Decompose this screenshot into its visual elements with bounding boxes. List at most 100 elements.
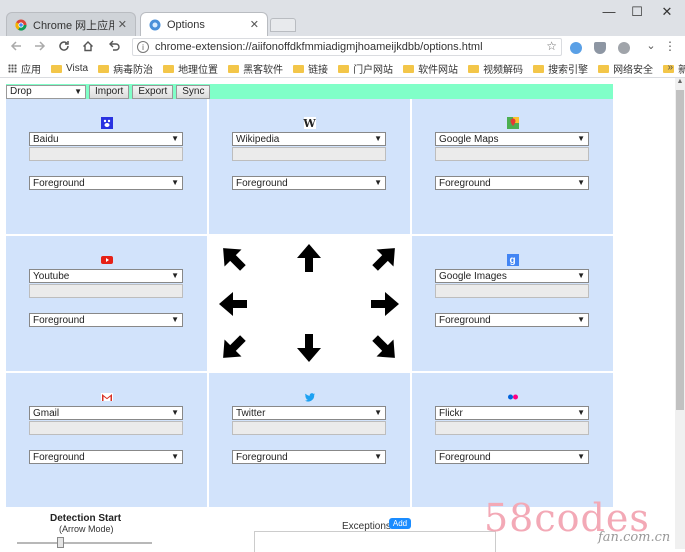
engine-select-value: Google Images xyxy=(439,270,507,282)
extension-blue-icon[interactable] xyxy=(570,42,582,54)
engine-select[interactable]: Youtube ▼ xyxy=(29,269,183,283)
detection-subtitle: (Arrow Mode) xyxy=(59,524,114,534)
folder-icon xyxy=(293,64,305,73)
bookmark-item[interactable]: 应用 xyxy=(0,61,41,76)
bookmark-label: 黑客软件 xyxy=(243,65,284,76)
bookmark-item[interactable]: 黑客软件 xyxy=(228,61,283,76)
open-mode-select[interactable]: Foreground ▼ xyxy=(232,176,386,190)
bookmark-label: 软件网站 xyxy=(418,65,459,76)
bookmark-label: 视频解码 xyxy=(483,65,524,76)
detection-slider-handle[interactable] xyxy=(57,537,64,548)
url-input[interactable] xyxy=(29,284,183,298)
bookmark-item[interactable]: 软件网站 xyxy=(403,61,458,76)
shield-extension-icon[interactable] xyxy=(594,42,606,54)
address-bar[interactable]: i chrome-extension://aiifonoffdkfmmiadig… xyxy=(132,38,562,56)
open-mode-select[interactable]: Foreground ▼ xyxy=(435,450,589,464)
open-mode-value: Foreground xyxy=(33,451,85,463)
mode-select-value: Drop xyxy=(10,86,32,97)
import-button[interactable]: Import xyxy=(89,84,130,99)
dropdown-arrow-icon: ▼ xyxy=(171,452,179,461)
dropdown-arrow-icon: ▼ xyxy=(171,271,179,280)
bookmark-item[interactable]: 链接 xyxy=(293,61,328,76)
tab-options[interactable]: Options ✕ xyxy=(140,12,268,36)
bookmark-item[interactable]: 网络安全 xyxy=(598,61,653,76)
engine-select-value: Twitter xyxy=(236,407,266,419)
engine-select-value: Google Maps xyxy=(439,133,499,145)
open-mode-select[interactable]: Foreground ▼ xyxy=(29,313,183,327)
arrow-down-icon xyxy=(297,334,321,362)
bookmark-item[interactable]: 新闻网站 xyxy=(663,61,685,76)
bookmark-item[interactable]: 病毒防治 xyxy=(98,61,153,76)
forward-icon[interactable] xyxy=(30,39,50,55)
close-window-icon[interactable]: ✕ xyxy=(652,4,682,20)
arrow-left-icon xyxy=(219,292,247,316)
open-mode-select[interactable]: Foreground ▼ xyxy=(29,176,183,190)
extension-gray-icon[interactable] xyxy=(618,42,630,54)
maximize-icon[interactable]: ☐ xyxy=(622,4,652,20)
engine-select[interactable]: Wikipedia ▼ xyxy=(232,132,386,146)
new-tab-button[interactable] xyxy=(270,18,296,32)
open-mode-select[interactable]: Foreground ▼ xyxy=(232,450,386,464)
back-icon[interactable] xyxy=(6,39,26,55)
bookmark-star-icon[interactable]: ☆ xyxy=(546,39,557,53)
export-button[interactable]: Export xyxy=(132,84,174,99)
direction-arrows-panel xyxy=(209,236,410,371)
engine-select[interactable]: Google Images ▼ xyxy=(435,269,589,283)
url-input[interactable] xyxy=(435,421,589,435)
arrow-down-right-icon xyxy=(372,335,395,358)
tab-title: Chrome 网上应用店 - I xyxy=(33,19,114,32)
open-mode-select[interactable]: Foreground ▼ xyxy=(29,450,183,464)
reload-icon[interactable] xyxy=(54,39,74,55)
bookmarks-overflow-icon[interactable]: » xyxy=(667,62,673,73)
open-mode-value: Foreground xyxy=(439,177,491,189)
bookmark-label: 搜索引擎 xyxy=(548,65,589,76)
google-maps-icon xyxy=(506,117,519,129)
engine-select[interactable]: Baidu ▼ xyxy=(29,132,183,146)
detection-slider-track[interactable] xyxy=(17,542,152,544)
home-icon[interactable] xyxy=(78,39,98,55)
extension-options-icon xyxy=(149,19,161,31)
add-exception-button[interactable]: Add xyxy=(389,518,411,529)
engine-select[interactable]: Gmail ▼ xyxy=(29,406,183,420)
mode-select[interactable]: Drop ▼ xyxy=(6,84,86,99)
info-icon[interactable]: i xyxy=(137,41,149,53)
folder-icon xyxy=(228,64,240,73)
extensions-chevron-icon[interactable]: ⌄ xyxy=(641,39,661,52)
url-input[interactable] xyxy=(232,147,386,161)
tab-close-icon[interactable]: ✕ xyxy=(118,18,127,31)
tab-close-icon[interactable]: ✕ xyxy=(250,18,259,31)
bookmark-item[interactable]: 视频解码 xyxy=(468,61,523,76)
menu-kebab-icon[interactable]: ⋮ xyxy=(660,39,680,53)
page-scrollbar[interactable]: ▲ xyxy=(675,78,685,549)
undo-icon[interactable] xyxy=(104,39,124,55)
sync-button[interactable]: Sync xyxy=(176,84,211,99)
bookmark-item[interactable]: Vista xyxy=(51,63,88,74)
bookmark-item[interactable]: 搜索引擎 xyxy=(533,61,588,76)
scroll-up-icon[interactable]: ▲ xyxy=(675,78,685,88)
url-input[interactable] xyxy=(232,421,386,435)
engine-select-value: Baidu xyxy=(33,133,59,145)
scrollbar-thumb[interactable] xyxy=(676,90,684,410)
tab-chrome-web-store[interactable]: Chrome 网上应用店 - I ✕ xyxy=(6,12,136,36)
dropdown-arrow-icon: ▼ xyxy=(374,134,382,143)
url-input[interactable] xyxy=(29,147,183,161)
url-input[interactable] xyxy=(435,284,589,298)
bookmark-item[interactable]: 门户网站 xyxy=(338,61,393,76)
engine-select[interactable]: Twitter ▼ xyxy=(232,406,386,420)
cell-right: g Google Images ▼ Foreground ▼ xyxy=(412,236,613,371)
bookmark-label: 病毒防治 xyxy=(113,65,154,76)
dropdown-arrow-icon: ▼ xyxy=(577,134,585,143)
open-mode-select[interactable]: Foreground ▼ xyxy=(435,313,589,327)
minimize-icon[interactable]: — xyxy=(594,4,624,19)
url-input[interactable] xyxy=(435,147,589,161)
folder-icon xyxy=(533,64,545,73)
cell-down-right: Flickr ▼ Foreground ▼ xyxy=(412,373,613,507)
folder-icon xyxy=(468,64,480,73)
url-input[interactable] xyxy=(29,421,183,435)
open-mode-select[interactable]: Foreground ▼ xyxy=(435,176,589,190)
bookmark-item[interactable]: 地理位置 xyxy=(163,61,218,76)
engine-select[interactable]: Google Maps ▼ xyxy=(435,132,589,146)
options-topbar: Drop ▼ Import Export Sync xyxy=(6,84,613,99)
engine-select[interactable]: Flickr ▼ xyxy=(435,406,589,420)
dropdown-arrow-icon: ▼ xyxy=(374,178,382,187)
